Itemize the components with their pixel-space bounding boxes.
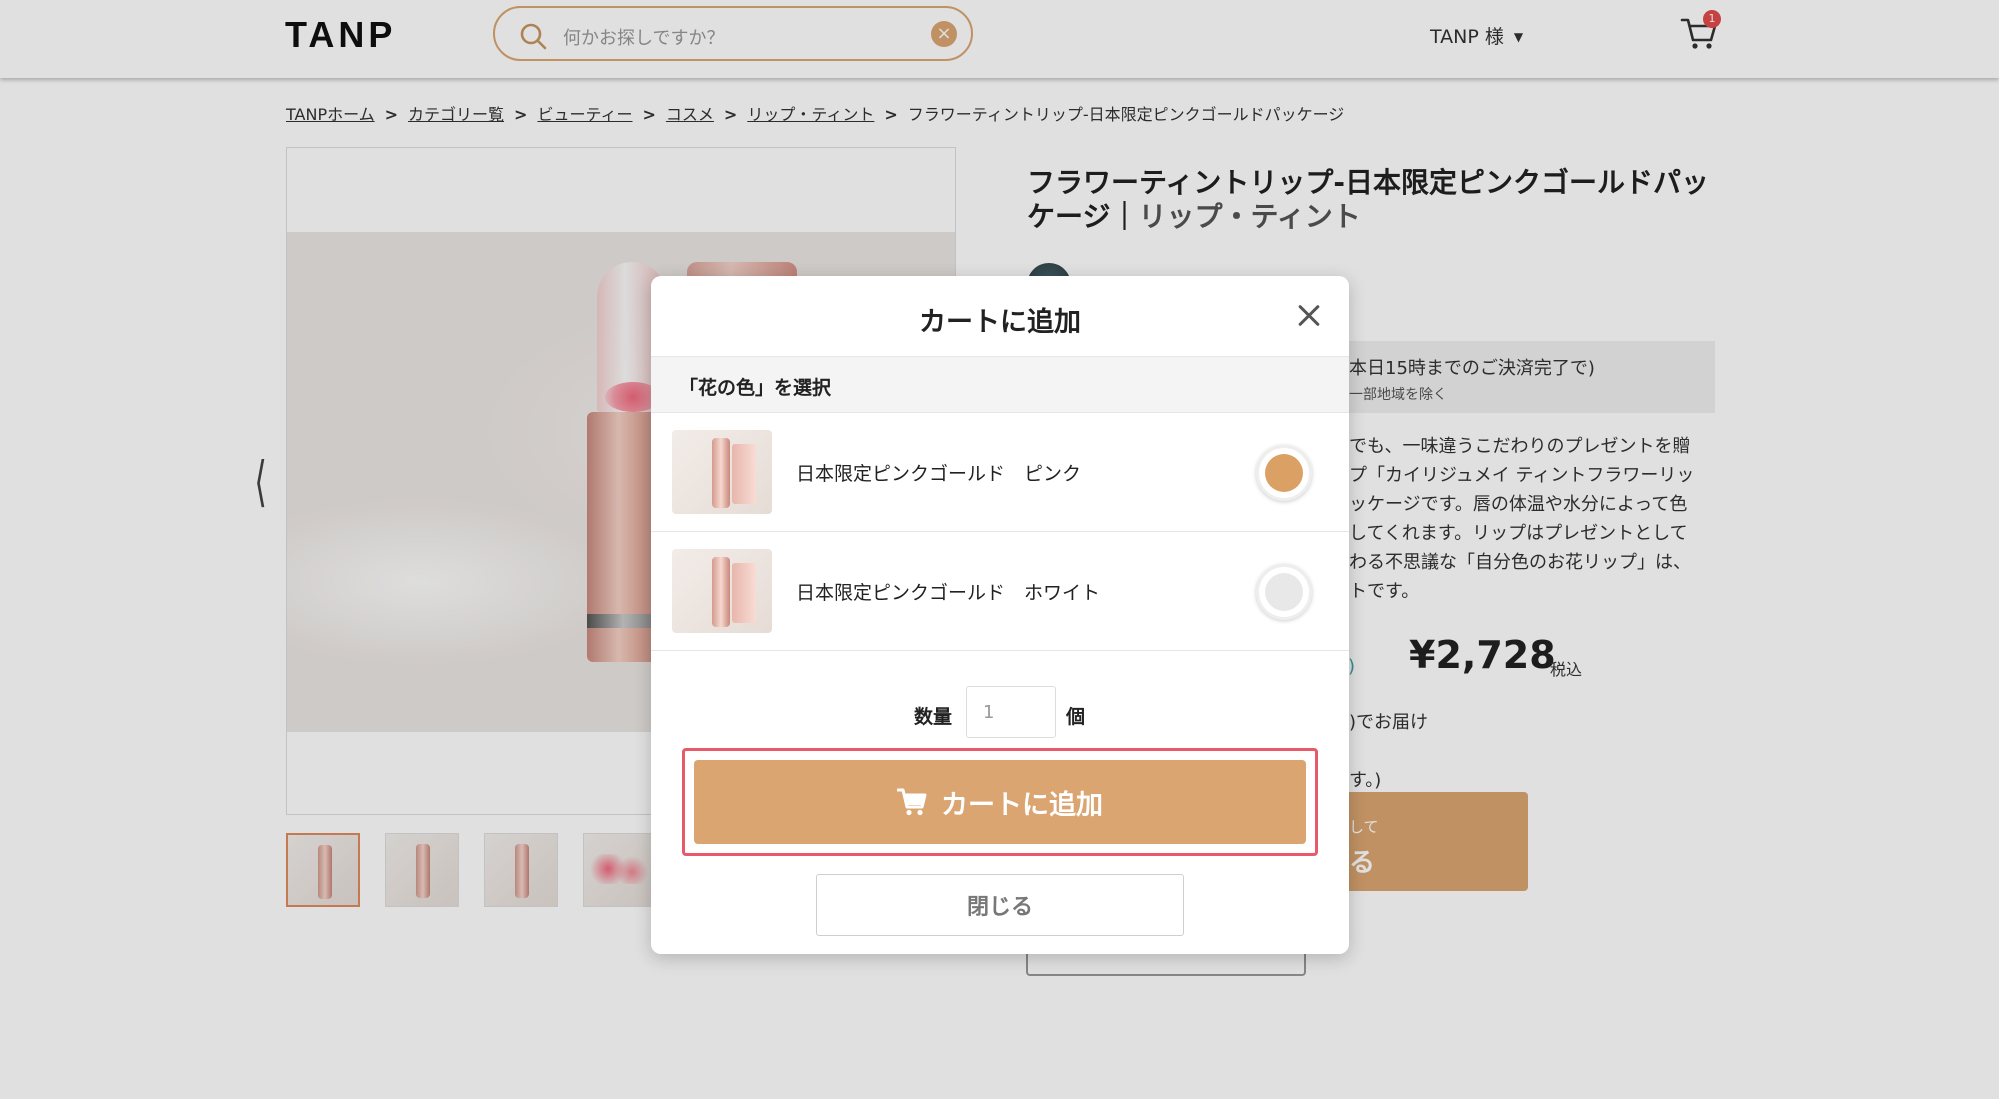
option-radio-white[interactable]: [1256, 564, 1312, 620]
add-to-cart-modal: カートに追加 「花の色」を選択 日本限定ピンクゴールド ピンク 日本限定ピンクゴ…: [651, 276, 1349, 954]
option-item-white[interactable]: 日本限定ピンクゴールド ホワイト: [651, 532, 1349, 651]
cart-icon: [897, 788, 927, 816]
option-item-pink[interactable]: 日本限定ピンクゴールド ピンク: [651, 413, 1349, 532]
add-to-cart-label: カートに追加: [941, 789, 1103, 821]
option-section-label: 「花の色」を選択: [679, 377, 832, 399]
quantity-label: 数量: [914, 706, 953, 728]
option-thumbnail: [672, 549, 772, 633]
option-label: 日本限定ピンクゴールド ピンク: [796, 463, 1082, 485]
option-section-header: 「花の色」を選択: [651, 356, 1349, 413]
quantity-input[interactable]: [966, 686, 1056, 738]
option-thumbnail: [672, 430, 772, 514]
radio-dot: [1265, 573, 1303, 611]
option-label: 日本限定ピンクゴールド ホワイト: [796, 582, 1101, 604]
add-to-cart-button[interactable]: カートに追加: [694, 760, 1306, 844]
option-radio-pink[interactable]: [1256, 445, 1312, 501]
quantity-unit: 個: [1066, 706, 1086, 728]
modal-title: カートに追加: [919, 307, 1081, 338]
radio-selected-dot: [1265, 454, 1303, 492]
close-button[interactable]: 閉じる: [816, 874, 1184, 936]
close-icon[interactable]: [1291, 298, 1327, 334]
